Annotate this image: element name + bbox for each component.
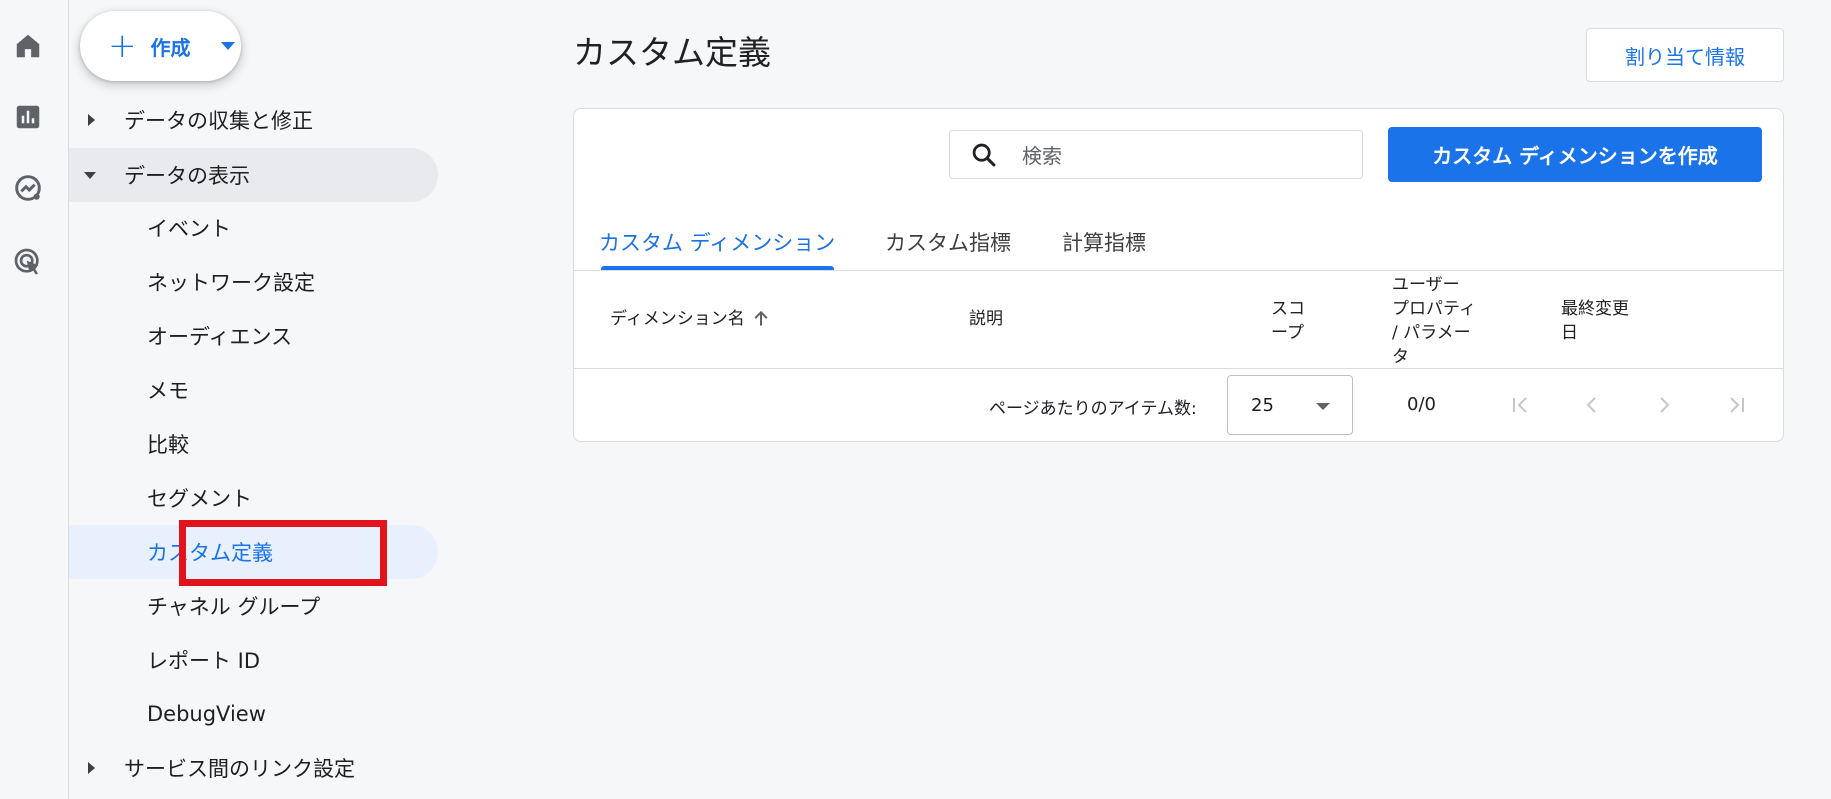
nav-item-segments[interactable]: セグメント	[69, 471, 438, 525]
nav-item-audiences[interactable]: オーディエンス	[69, 309, 438, 363]
expand-arrow-icon	[88, 114, 95, 126]
column-header-dimension-name[interactable]: ディメンション名	[610, 307, 771, 331]
tab-calculated-metrics[interactable]: 計算指標	[1062, 217, 1146, 267]
search-field[interactable]: 検索	[949, 130, 1363, 179]
nav-item-reporting-id[interactable]: レポート ID	[69, 633, 438, 687]
home-icon[interactable]	[10, 28, 46, 64]
column-header-line: プロパティ	[1392, 299, 1476, 319]
search-icon	[972, 143, 996, 166]
nav-section-collect[interactable]: データの収集と修正	[69, 93, 438, 147]
nav-section-label: データの表示	[124, 164, 250, 188]
nav-item-events[interactable]: イベント	[69, 201, 438, 255]
attribution-info-button[interactable]: 割り当て情報	[1586, 28, 1784, 82]
nav-section-label: サービス間のリンク設定	[124, 757, 355, 781]
chevron-right-icon	[1660, 397, 1670, 413]
tabs-divider	[574, 270, 1783, 271]
tab-custom-metrics[interactable]: カスタム指標	[885, 217, 1011, 267]
column-header-label: ディメンション名	[610, 309, 745, 329]
nav-item-channel-groups[interactable]: チャネル グループ	[69, 579, 438, 633]
collapse-arrow-icon	[84, 171, 96, 179]
items-per-page-value: 25	[1251, 394, 1274, 416]
create-label: 作成	[150, 35, 191, 60]
nav-item-label: ネットワーク設定	[147, 271, 315, 295]
nav-section-display[interactable]: データの表示	[69, 148, 438, 202]
column-header-line: 日	[1561, 323, 1578, 343]
caret-down-icon	[220, 42, 235, 50]
icon-rail	[0, 0, 69, 799]
next-page-button[interactable]	[1644, 385, 1684, 425]
column-header-line: ユーザー	[1392, 275, 1460, 295]
reports-icon[interactable]	[10, 99, 46, 135]
nav-item-network-settings[interactable]: ネットワーク設定	[69, 255, 438, 309]
last-page-button[interactable]	[1717, 385, 1757, 425]
nav-item-label: カスタム定義	[147, 541, 273, 565]
previous-page-button[interactable]	[1572, 385, 1612, 425]
column-header-scope[interactable]: スコ ープ	[1271, 297, 1305, 345]
nav-item-label: DebugView	[147, 702, 266, 726]
tab-custom-dimensions[interactable]: カスタム ディメンション	[599, 217, 835, 267]
create-button[interactable]: + 作成	[80, 11, 241, 81]
nav-item-label: オーディエンス	[147, 325, 293, 349]
column-header-description[interactable]: 説明	[969, 307, 1003, 331]
pagination-count: 0/0	[1407, 394, 1436, 415]
plus-icon: +	[108, 26, 137, 66]
nav-item-label: メモ	[147, 379, 189, 403]
create-custom-dimension-button[interactable]: カスタム ディメンションを作成	[1388, 127, 1762, 182]
nav-item-label: 比較	[147, 433, 189, 457]
chevron-left-icon	[1586, 397, 1596, 413]
nav-item-custom-definitions[interactable]: カスタム定義	[69, 525, 438, 579]
sort-ascending-icon	[754, 310, 768, 326]
column-header-line: / パラメー	[1392, 323, 1471, 343]
items-per-page-label: ページあたりのアイテム数:	[989, 399, 1197, 419]
column-header-line: タ	[1392, 347, 1409, 367]
first-page-icon	[1513, 397, 1527, 413]
admin-nav: + 作成 データの収集と修正 データの表示 イベント ネットワーク設定 オーディ…	[69, 0, 449, 799]
nav-item-label: セグメント	[147, 487, 252, 511]
column-header-line: スコ	[1271, 299, 1305, 319]
custom-definitions-card: 検索 カスタム ディメンションを作成 カスタム ディメンション カスタム指標 計…	[573, 108, 1784, 442]
expand-arrow-icon	[88, 762, 95, 774]
items-per-page-select[interactable]: 25	[1227, 375, 1353, 435]
dropdown-arrow-icon	[1316, 403, 1330, 410]
nav-section-product-links[interactable]: サービス間のリンク設定	[69, 741, 438, 795]
nav-item-annotations[interactable]: メモ	[69, 363, 438, 417]
header-divider	[574, 368, 1783, 369]
advertising-icon[interactable]	[10, 244, 46, 280]
column-header-user-property[interactable]: ユーザー プロパティ / パラメー タ	[1392, 273, 1476, 369]
page-title: カスタム定義	[573, 33, 771, 72]
search-input[interactable]: 検索	[1022, 140, 1062, 169]
nav-item-label: イベント	[147, 217, 231, 241]
nav-section-label: データの収集と修正	[124, 109, 313, 133]
column-header-last-modified[interactable]: 最終変更 日	[1561, 297, 1629, 345]
column-header-line: 最終変更	[1561, 299, 1629, 319]
column-header-line: ープ	[1271, 323, 1304, 343]
nav-item-label: チャネル グループ	[147, 595, 321, 619]
explore-icon[interactable]	[10, 170, 46, 206]
first-page-button[interactable]	[1500, 385, 1540, 425]
nav-item-label: レポート ID	[147, 649, 261, 673]
nav-item-debugview[interactable]: DebugView	[69, 687, 438, 741]
last-page-icon	[1730, 397, 1744, 413]
nav-item-comparisons[interactable]: 比較	[69, 417, 438, 471]
